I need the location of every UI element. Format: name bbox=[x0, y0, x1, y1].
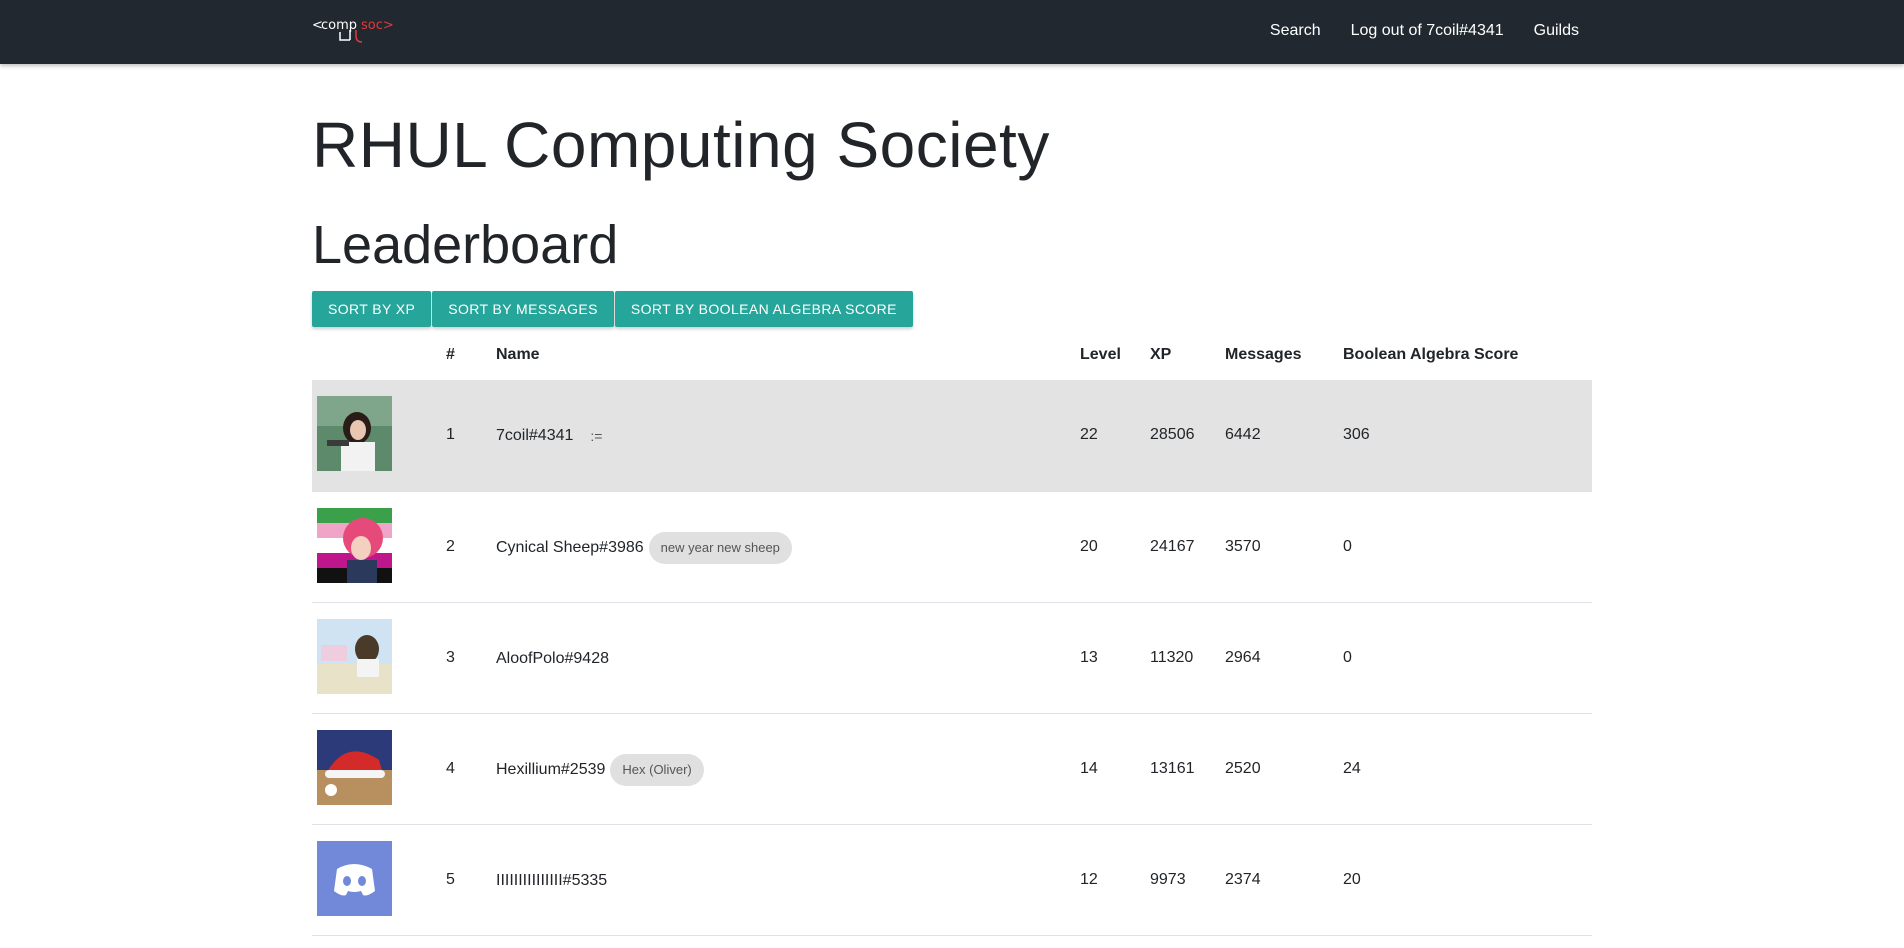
xp-cell: 28506 bbox=[1150, 426, 1195, 443]
sort-by-messages-button[interactable]: SORT BY MESSAGES bbox=[432, 291, 614, 327]
boolean-score-cell: 0 bbox=[1343, 649, 1352, 666]
user-name[interactable]: AloofPolo#9428 bbox=[496, 650, 609, 668]
messages-cell: 6442 bbox=[1225, 426, 1261, 443]
name-cell: 7coil#4341 := bbox=[496, 380, 602, 491]
xp-cell: 9973 bbox=[1150, 871, 1186, 888]
user-name[interactable]: Hexillium#2539 bbox=[496, 761, 605, 779]
user-name[interactable]: Cynical Sheep#3986 bbox=[496, 539, 644, 557]
rank-cell: 3 bbox=[446, 649, 455, 666]
discord-default-avatar-icon bbox=[317, 841, 392, 916]
table-row[interactable]: 2 Cynical Sheep#3986 new year new sheep … bbox=[312, 491, 1592, 602]
avatar bbox=[317, 619, 392, 694]
compsoc-logo[interactable]: < comp soc> bbox=[312, 14, 394, 48]
avatar bbox=[317, 841, 392, 916]
boolean-score-cell: 306 bbox=[1343, 426, 1370, 443]
header-level: Level bbox=[1080, 346, 1121, 363]
boolean-score-cell: 0 bbox=[1343, 538, 1352, 555]
level-cell: 14 bbox=[1080, 760, 1098, 777]
boolean-score-cell: 20 bbox=[1343, 871, 1361, 888]
name-cell: Hexillium#2539 Hex (Oliver) bbox=[496, 714, 704, 825]
header-messages: Messages bbox=[1225, 346, 1302, 363]
nav-search-link[interactable]: Search bbox=[1270, 22, 1321, 40]
nickname-chip: Hex (Oliver) bbox=[610, 753, 704, 786]
header-xp: XP bbox=[1150, 346, 1172, 363]
messages-cell: 2374 bbox=[1225, 871, 1261, 888]
avatar bbox=[317, 730, 392, 805]
xp-cell: 24167 bbox=[1150, 538, 1195, 555]
top-navbar: < comp soc> Search Log out of 7coil#4341… bbox=[0, 0, 1904, 64]
rank-cell: 1 bbox=[446, 426, 455, 443]
nav-links: Search Log out of 7coil#4341 Guilds bbox=[1270, 22, 1579, 40]
level-cell: 12 bbox=[1080, 871, 1098, 888]
header-boolean-score: Boolean Algebra Score bbox=[1343, 346, 1519, 363]
logo-soc-text: soc> bbox=[361, 18, 394, 33]
level-cell: 22 bbox=[1080, 426, 1098, 443]
page-title: RHUL Computing Society bbox=[312, 109, 1050, 181]
rank-cell: 2 bbox=[446, 538, 455, 555]
table-row[interactable]: 1 7coil#4341 := 22 28506 6442 306 bbox=[312, 380, 1592, 491]
xp-cell: 13161 bbox=[1150, 760, 1195, 777]
nickname-chip: new year new sheep bbox=[648, 531, 792, 564]
edit-nickname-icon[interactable]: := bbox=[590, 428, 602, 444]
sort-button-group: SORT BY XP SORT BY MESSAGES SORT BY BOOL… bbox=[312, 291, 913, 327]
user-name[interactable]: 7coil#4341 bbox=[496, 427, 573, 445]
logo-comp-text: comp bbox=[321, 18, 358, 33]
sort-by-xp-button[interactable]: SORT BY XP bbox=[312, 291, 432, 327]
header-rank: # bbox=[446, 346, 455, 363]
xp-cell: 11320 bbox=[1150, 649, 1194, 666]
nav-guilds-link[interactable]: Guilds bbox=[1534, 22, 1579, 40]
messages-cell: 2964 bbox=[1225, 649, 1261, 666]
name-cell: Cynical Sheep#3986 new year new sheep bbox=[496, 492, 792, 603]
level-cell: 13 bbox=[1080, 649, 1098, 666]
header-name: Name bbox=[496, 346, 540, 363]
leaderboard-table: # Name Level XP Messages Boolean Algebra… bbox=[312, 332, 1592, 936]
avatar bbox=[317, 508, 392, 583]
messages-cell: 2520 bbox=[1225, 760, 1261, 777]
user-name[interactable]: IIIIIIIIIIIIIII#5335 bbox=[496, 872, 607, 890]
level-cell: 20 bbox=[1080, 538, 1098, 555]
rank-cell: 5 bbox=[446, 871, 455, 888]
nav-logout-link[interactable]: Log out of 7coil#4341 bbox=[1351, 22, 1504, 40]
name-cell: IIIIIIIIIIIIIII#5335 bbox=[496, 825, 607, 936]
boolean-score-cell: 24 bbox=[1343, 760, 1361, 777]
table-row[interactable]: 5 IIIIIIIIIIIIIII#5335 12 9973 2374 20 bbox=[312, 824, 1592, 935]
sort-by-boolean-button[interactable]: SORT BY BOOLEAN ALGEBRA SCORE bbox=[614, 291, 913, 327]
leaderboard-heading: Leaderboard bbox=[312, 215, 619, 275]
rank-cell: 4 bbox=[446, 760, 455, 777]
avatar bbox=[317, 396, 392, 471]
table-row[interactable]: 4 Hexillium#2539 Hex (Oliver) 14 13161 2… bbox=[312, 713, 1592, 824]
table-header: # Name Level XP Messages Boolean Algebra… bbox=[312, 332, 1592, 380]
messages-cell: 3570 bbox=[1225, 538, 1261, 555]
table-row[interactable]: 3 AloofPolo#9428 13 11320 2964 0 bbox=[312, 602, 1592, 713]
name-cell: AloofPolo#9428 bbox=[496, 603, 609, 714]
